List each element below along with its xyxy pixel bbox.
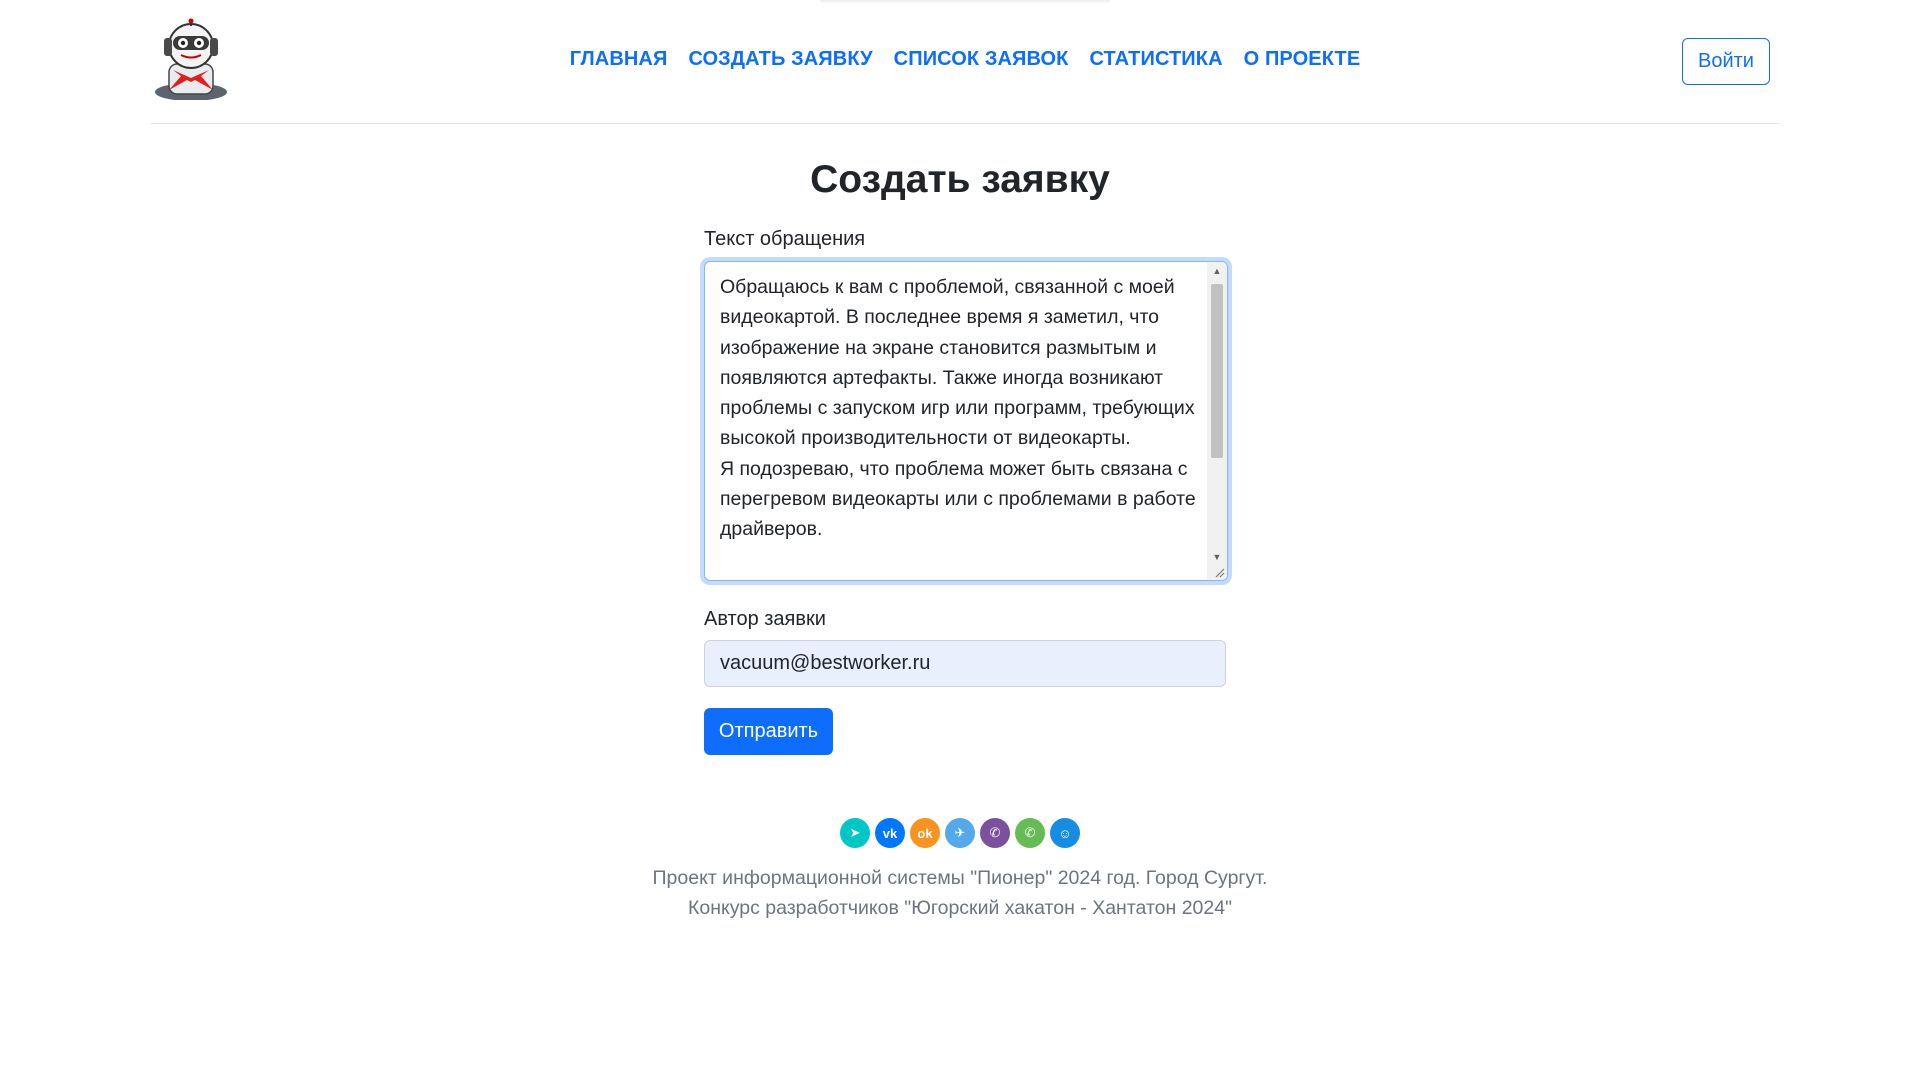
nav-request-list[interactable]: СПИСОК ЗАЯВОК xyxy=(894,48,1069,71)
telegram-icon[interactable]: ✈ xyxy=(945,818,975,848)
nav-home[interactable]: ГЛАВНАЯ xyxy=(570,48,668,71)
vk-icon[interactable]: vk xyxy=(875,818,905,848)
login-button[interactable]: Войти xyxy=(1682,38,1770,85)
textarea-scrollbar[interactable]: ▲ ▼ xyxy=(1207,262,1227,580)
social-share-bar: ➤ vk ok ✈ ✆ ✆ ☺ xyxy=(0,818,1920,848)
author-field-label: Автор заявки xyxy=(704,608,826,630)
main-nav: ГЛАВНАЯ СОЗДАТЬ ЗАЯВКУ СПИСОК ЗАЯВОК СТА… xyxy=(151,48,1779,71)
text-field-label: Текст обращения xyxy=(704,228,866,250)
nav-statistics[interactable]: СТАТИСТИКА xyxy=(1090,48,1223,71)
moimir-icon[interactable]: ☺ xyxy=(1050,818,1080,848)
request-text-content[interactable]: Обращаюсь к вам с проблемой, связанной с… xyxy=(720,272,1200,545)
page-title: Создать заявку xyxy=(810,158,1110,201)
odnoklassniki-icon[interactable]: ok xyxy=(910,818,940,848)
resize-grip-icon[interactable] xyxy=(1212,565,1226,579)
nav-create-request[interactable]: СОЗДАТЬ ЗАЯВКУ xyxy=(688,48,872,71)
footer-project-text: Проект информационной системы "Пионер" 2… xyxy=(652,867,1268,889)
scroll-down-arrow-icon[interactable]: ▼ xyxy=(1207,548,1227,566)
scroll-up-arrow-icon[interactable]: ▲ xyxy=(1207,262,1227,280)
request-text-area[interactable]: Обращаюсь к вам с проблемой, связанной с… xyxy=(704,261,1228,581)
author-email-input[interactable] xyxy=(704,640,1226,687)
share-icon[interactable]: ➤ xyxy=(840,818,870,848)
scroll-thumb[interactable] xyxy=(1211,284,1223,458)
viber-icon[interactable]: ✆ xyxy=(980,818,1010,848)
nav-about[interactable]: О ПРОЕКТЕ xyxy=(1244,48,1361,71)
submit-button[interactable]: Отправить xyxy=(704,708,833,755)
whatsapp-icon[interactable]: ✆ xyxy=(1015,818,1045,848)
site-header: ГЛАВНАЯ СОЗДАТЬ ЗАЯВКУ СПИСОК ЗАЯВОК СТА… xyxy=(151,0,1779,124)
footer-contest-text: Конкурс разработчиков "Югорский хакатон … xyxy=(688,897,1232,919)
